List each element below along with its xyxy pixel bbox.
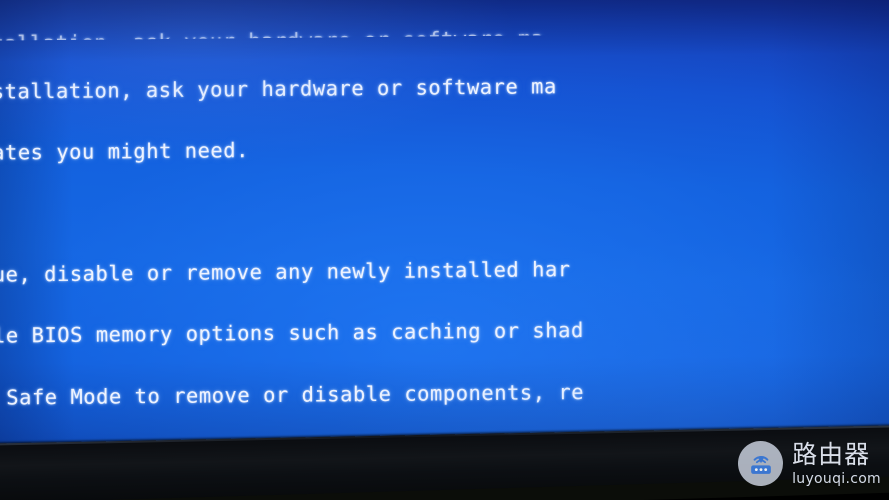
site-watermark: 路由器 luyouqi.com xyxy=(738,441,881,486)
bsod-text-block: s a new installation, ask your hardware … xyxy=(0,0,889,500)
photo-frame: s a new installation, ask your hardware … xyxy=(0,0,889,500)
bsod-line: need to use Safe Mode to remove or disab… xyxy=(6,379,585,410)
bsod-line: is a new installation, ask your hardware… xyxy=(0,73,557,104)
bsod-line: s a new installation, ask your hardware … xyxy=(0,26,544,42)
bsod-line: windows updates you might need. xyxy=(0,138,249,165)
watermark-brand-cn: 路由器 xyxy=(792,439,871,469)
bsod-line: ware. Disable BIOS memory options such a… xyxy=(0,318,584,349)
watermark-text: 路由器 luyouqi.com xyxy=(792,442,881,486)
router-icon xyxy=(738,441,784,486)
watermark-brand-url: luyouqi.com xyxy=(792,470,881,487)
bsod-line: lems continue, disable or remove any new… xyxy=(0,257,571,288)
bsod-spacer xyxy=(0,194,889,225)
